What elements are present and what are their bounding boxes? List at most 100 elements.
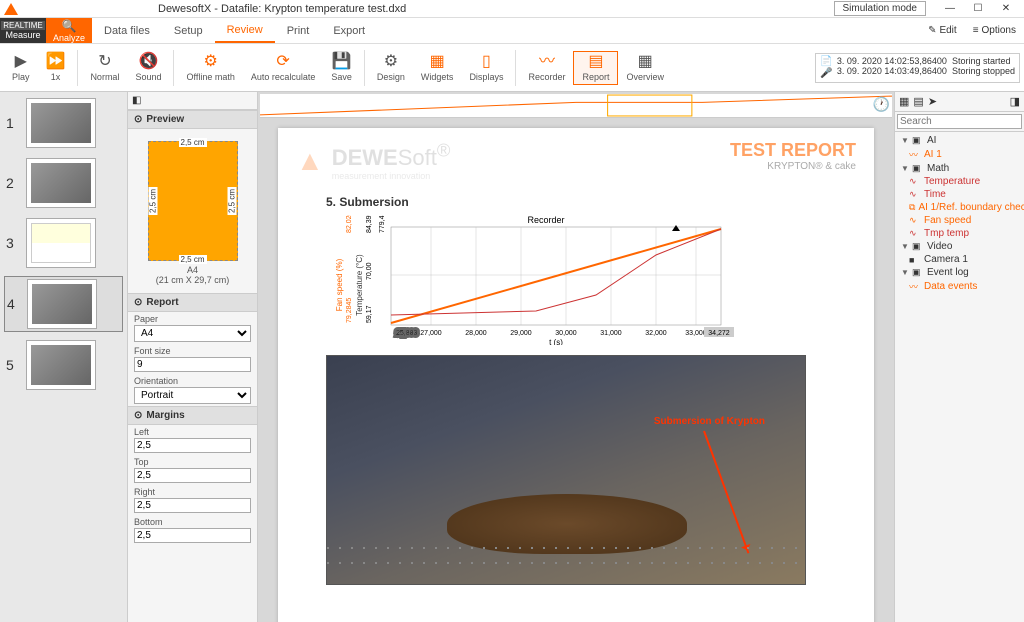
fastfwd-icon: ⏩ bbox=[46, 54, 66, 70]
tab-print[interactable]: Print bbox=[275, 18, 322, 43]
edit-button[interactable]: ✎Edit bbox=[920, 18, 965, 43]
displays-button[interactable]: ▯Displays bbox=[461, 52, 511, 84]
annotation-arrow-icon bbox=[703, 431, 749, 554]
svg-text:779,41: 779,41 bbox=[379, 215, 386, 233]
report-page: ▲ DEWESoft® measurement innovation TEST … bbox=[278, 128, 874, 622]
font-size-input[interactable] bbox=[134, 357, 251, 372]
gears-icon: ⚙ bbox=[203, 54, 217, 70]
cursor-icon[interactable]: ➤ bbox=[928, 95, 937, 108]
timeline[interactable] bbox=[260, 94, 892, 118]
tree-node-fanspeed[interactable]: ∿Fan speed bbox=[897, 214, 1022, 227]
save-button[interactable]: 💾Save bbox=[323, 52, 360, 84]
margin-top-input[interactable] bbox=[134, 468, 251, 483]
svg-text:29,000: 29,000 bbox=[510, 330, 532, 337]
grid-icon[interactable]: ▦ bbox=[899, 95, 909, 108]
signal-icon: ∿ bbox=[909, 176, 921, 187]
svg-text:79,2845: 79,2845 bbox=[346, 298, 353, 323]
tree-node-video[interactable]: ▼▣Video bbox=[897, 240, 1022, 253]
tree-node-camera1[interactable]: ■Camera 1 bbox=[897, 253, 1022, 266]
menu-tabs: REALTIME Measure 🔍 Analyze Data files Se… bbox=[0, 18, 1024, 44]
measure-label: Measure bbox=[5, 30, 40, 40]
tree-node-ai[interactable]: ▼▣AI bbox=[897, 134, 1022, 147]
channel-tree-panel: ▦ ▤ ➤ ◨ ▼▣AI 〰AI 1 ▼▣Math ∿Temperature ∿… bbox=[894, 92, 1024, 622]
svg-text:30,000: 30,000 bbox=[555, 330, 577, 337]
tree-node-boundary[interactable]: ⧉AI 1/Ref. boundary check bbox=[897, 201, 1022, 214]
analyze-mode-button[interactable]: 🔍 Analyze bbox=[46, 18, 92, 43]
widgets-button[interactable]: ▦Widgets bbox=[413, 52, 462, 84]
main-area: 1 2 3 4 5 ◧ ⊙Preview 2,5 cm 2,5 cm 2,5 c… bbox=[0, 92, 1024, 622]
offline-math-button[interactable]: ⚙Offline math bbox=[178, 52, 242, 84]
margin-bottom-input[interactable] bbox=[134, 528, 251, 543]
a4-dim: (21 cm X 29,7 cm) bbox=[156, 275, 230, 285]
thumb-page-3[interactable]: 3 bbox=[4, 216, 123, 270]
pencil-icon: ✎ bbox=[928, 25, 936, 36]
channel-tree: ▼▣AI 〰AI 1 ▼▣Math ∿Temperature ∿Time ⧉AI… bbox=[895, 132, 1024, 622]
brand-triangle-icon: ▲ bbox=[296, 145, 324, 177]
mic-icon: 🎤 bbox=[820, 68, 832, 80]
close-button[interactable]: ✕ bbox=[992, 1, 1020, 17]
clock-icon[interactable]: 🕐 bbox=[873, 96, 890, 113]
tree-node-tmptemp[interactable]: ∿Tmp temp bbox=[897, 227, 1022, 240]
overview-icon: ▦ bbox=[638, 54, 653, 70]
svg-text:31,000: 31,000 bbox=[600, 330, 622, 337]
page-preview: 2,5 cm 2,5 cm 2,5 cm 2,5 cm A4 (21 cm X … bbox=[128, 129, 257, 293]
panel-toggle-icon[interactable]: ◨ bbox=[1010, 95, 1020, 108]
svg-text:28,000: 28,000 bbox=[465, 330, 487, 337]
save-icon: 💾 bbox=[332, 54, 352, 70]
svg-text:Temperature (°C): Temperature (°C) bbox=[355, 254, 364, 316]
maximize-button[interactable]: ☐ bbox=[964, 1, 992, 17]
report-button[interactable]: ▤Report bbox=[573, 51, 618, 85]
signal-icon: ∿ bbox=[909, 189, 921, 200]
margin-left-input[interactable] bbox=[134, 438, 251, 453]
event-log-box: 📄🎤 3. 09. 2020 14:02:53,86400 Storing st… bbox=[815, 53, 1020, 83]
tree-node-ai1[interactable]: 〰AI 1 bbox=[897, 147, 1022, 162]
signal-icon: ∿ bbox=[909, 215, 921, 226]
thumb-page-2[interactable]: 2 bbox=[4, 156, 123, 210]
margins-header[interactable]: ⊙Margins bbox=[128, 406, 257, 425]
thumb-page-5[interactable]: 5 bbox=[4, 338, 123, 392]
measure-mode-button[interactable]: REALTIME Measure bbox=[0, 18, 46, 43]
search-input[interactable] bbox=[897, 114, 1022, 129]
tree-node-eventlog[interactable]: ▼▣Event log bbox=[897, 266, 1022, 279]
search-icon: 🔍 bbox=[62, 19, 77, 33]
recorder-chart[interactable]: Recorder Fan speed (%) Temperature (°C) … bbox=[336, 215, 736, 345]
tree-node-temperature[interactable]: ∿Temperature bbox=[897, 175, 1022, 188]
margin-right-input[interactable] bbox=[134, 498, 251, 513]
a4-preview: 2,5 cm 2,5 cm 2,5 cm 2,5 cm bbox=[148, 141, 238, 261]
thumb-page-4[interactable]: 4 bbox=[4, 276, 123, 332]
svg-text:70,00: 70,00 bbox=[366, 263, 373, 281]
chart-title: Recorder bbox=[527, 215, 564, 225]
orientation-select[interactable]: Portrait bbox=[134, 387, 251, 404]
minimize-button[interactable]: — bbox=[936, 1, 964, 17]
tab-review[interactable]: Review bbox=[215, 18, 275, 43]
preview-header[interactable]: ⊙Preview bbox=[128, 110, 257, 129]
speed-button[interactable]: ⏩1x bbox=[38, 52, 74, 84]
tab-setup[interactable]: Setup bbox=[162, 18, 215, 43]
paper-select[interactable]: A4 bbox=[134, 325, 251, 342]
recorder-button[interactable]: 〰Recorder bbox=[520, 52, 573, 84]
wave-icon: 〰 bbox=[539, 54, 555, 70]
tree-node-time[interactable]: ∿Time bbox=[897, 188, 1022, 201]
svg-text:34,272: 34,272 bbox=[708, 330, 730, 337]
gear-icon: ⚙ bbox=[384, 54, 398, 70]
play-button[interactable]: ▶Play bbox=[4, 52, 38, 84]
calendar-icon[interactable]: ▤ bbox=[913, 95, 923, 108]
toolbar: ▶Play ⏩1x ↻Normal 🔇Sound ⚙Offline math ⟳… bbox=[0, 44, 1024, 92]
design-button[interactable]: ⚙Design bbox=[369, 52, 413, 84]
title-bar: DewesoftX - Datafile: Krypton temperatur… bbox=[0, 0, 1024, 18]
collapse-icon: ⊙ bbox=[134, 297, 142, 308]
page-thumbnails: 1 2 3 4 5 bbox=[0, 92, 128, 622]
thumb-page-1[interactable]: 1 bbox=[4, 96, 123, 150]
panel-toggle-icon[interactable]: ◧ bbox=[132, 95, 141, 106]
tab-export[interactable]: Export bbox=[321, 18, 377, 43]
auto-recalc-button[interactable]: ⟳Auto recalculate bbox=[243, 52, 324, 84]
tree-node-dataevents[interactable]: 〰Data events bbox=[897, 279, 1022, 294]
options-button[interactable]: ≡Options bbox=[965, 18, 1024, 43]
tree-node-math[interactable]: ▼▣Math bbox=[897, 162, 1022, 175]
normal-button[interactable]: ↻Normal bbox=[82, 52, 127, 84]
sound-button[interactable]: 🔇Sound bbox=[127, 52, 169, 84]
overview-button[interactable]: ▦Overview bbox=[618, 52, 672, 84]
report-header[interactable]: ⊙Report bbox=[128, 293, 257, 312]
tab-datafiles[interactable]: Data files bbox=[92, 18, 162, 43]
svg-text:82,0203: 82,0203 bbox=[346, 215, 353, 233]
